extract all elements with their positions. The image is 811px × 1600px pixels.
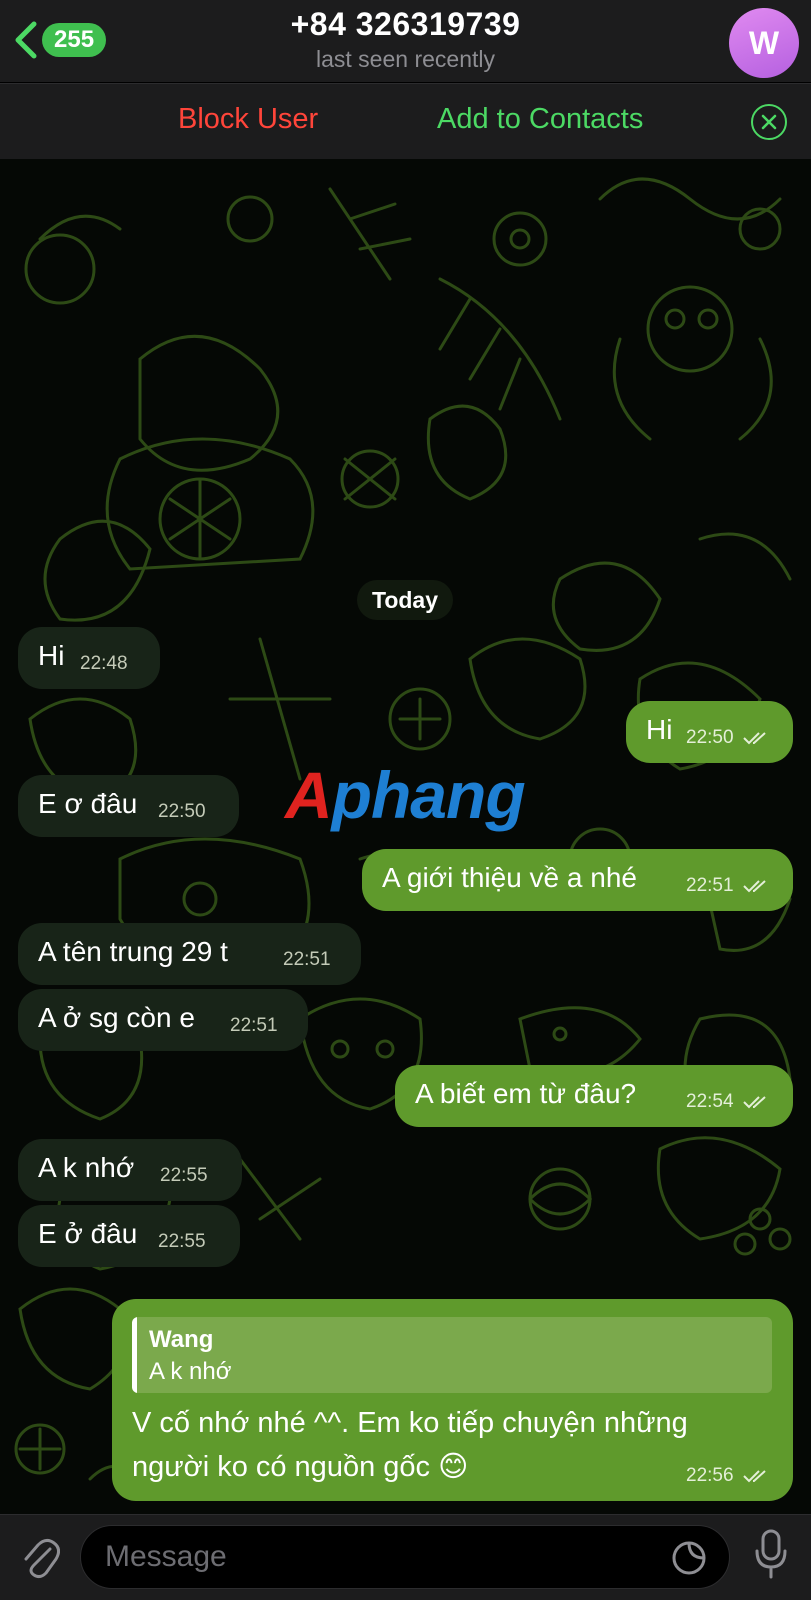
attach-button[interactable] <box>20 1535 61 1584</box>
incoming-message[interactable]: A ở sg còn e 22:51 <box>18 989 308 1051</box>
close-action-bar-button[interactable] <box>751 104 787 140</box>
chat-header: 255 +84 326319739 last seen recently W <box>0 0 811 82</box>
message-text: A tên trung 29 t <box>38 936 228 967</box>
date-separator: Today <box>357 580 453 620</box>
message-time-row: 22:51 <box>686 869 771 903</box>
reply-quote[interactable]: Wang A k nhớ <box>132 1317 772 1393</box>
message-input-placeholder: Message <box>105 1540 227 1573</box>
message-input[interactable]: Message <box>80 1525 730 1589</box>
outgoing-message[interactable]: Hi 22:50 <box>626 701 793 763</box>
message-text: A ở sg còn e <box>38 1002 195 1033</box>
sticker-icon <box>672 1541 706 1575</box>
double-check-icon <box>743 732 766 745</box>
message-text: A k nhớ <box>38 1152 135 1183</box>
outgoing-reply-message[interactable]: Wang A k nhớ V cố nhớ nhé ^^. Em ko tiếp… <box>112 1299 793 1501</box>
incoming-message[interactable]: A tên trung 29 t 22:51 <box>18 923 361 985</box>
message-time: 22:51 <box>283 949 331 970</box>
message-time: 22:55 <box>160 1165 208 1186</box>
message-time: 22:55 <box>158 1231 206 1252</box>
message-time: 22:54 <box>686 1091 734 1112</box>
message-time: 22:48 <box>80 653 128 674</box>
message-time: 22:56 <box>686 1465 734 1486</box>
message-time: 22:50 <box>686 727 734 748</box>
reply-sender-name: Wang <box>149 1326 214 1353</box>
message-time: 22:51 <box>230 1015 278 1036</box>
message-time-row: 22:54 <box>686 1085 771 1119</box>
message-text: Hi <box>38 640 65 671</box>
reply-quote-bar <box>132 1317 137 1393</box>
block-user-button[interactable]: Block User <box>178 103 318 136</box>
incoming-message[interactable]: A k nhớ 22:55 <box>18 1139 242 1201</box>
message-text: Hi <box>646 714 673 745</box>
message-time-row: 22:56 <box>686 1459 771 1493</box>
sticker-button[interactable] <box>671 1540 707 1581</box>
unknown-contact-action-bar: Block User Add to Contacts <box>0 83 811 159</box>
message-text: V cố nhớ nhé ^^. Em ko tiếp chuyện những… <box>132 1407 688 1483</box>
message-text: A biết em từ đâu? <box>415 1078 637 1109</box>
last-seen-status: last seen recently <box>316 46 495 72</box>
paperclip-icon <box>24 1538 61 1579</box>
watermark-logo: Aphang <box>285 758 526 832</box>
close-icon <box>761 114 777 130</box>
message-time-row: 22:50 <box>686 721 771 755</box>
microphone-icon <box>755 1529 787 1579</box>
incoming-message[interactable]: Hi 22:48 <box>18 627 160 689</box>
avatar[interactable]: W <box>729 8 799 78</box>
message-text: E ở đâu <box>38 1218 138 1249</box>
add-to-contacts-button[interactable]: Add to Contacts <box>437 103 643 136</box>
outgoing-message[interactable]: A giới thiệu về a nhé 22:51 <box>362 849 793 911</box>
double-check-icon <box>743 1096 766 1109</box>
incoming-message[interactable]: E ơ đâu 22:50 <box>18 775 239 837</box>
incoming-message[interactable]: E ở đâu 22:55 <box>18 1205 240 1267</box>
contact-phone-title[interactable]: +84 326319739 <box>0 6 811 43</box>
outgoing-message[interactable]: A biết em từ đâu? 22:54 <box>395 1065 793 1127</box>
reply-quoted-text: A k nhớ <box>149 1358 232 1385</box>
message-time: 22:50 <box>158 801 206 822</box>
double-check-icon <box>743 1470 766 1483</box>
voice-message-button[interactable] <box>753 1529 789 1584</box>
message-list[interactable]: Aphang Today Hi 22:48 Hi 22:50 E ơ đâu 2… <box>0 159 811 1514</box>
message-time: 22:51 <box>686 875 734 896</box>
double-check-icon <box>743 880 766 893</box>
message-text: E ơ đâu <box>38 788 138 819</box>
composer-bar: Message <box>0 1514 811 1600</box>
message-text: A giới thiệu về a nhé <box>382 862 637 893</box>
